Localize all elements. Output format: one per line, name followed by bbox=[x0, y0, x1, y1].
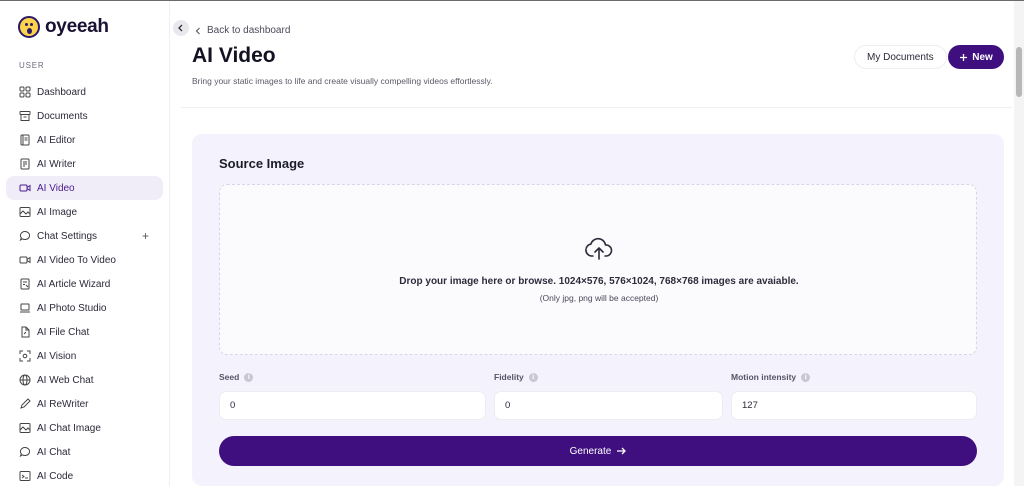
video-icon bbox=[19, 182, 31, 194]
sidebar-item-label: Chat Settings bbox=[37, 230, 98, 242]
chat-icon bbox=[19, 230, 31, 242]
dropzone-instructions: Drop your image here or browse. 1024×576… bbox=[399, 276, 799, 287]
sidebar-item-ai-video[interactable]: AI Video bbox=[6, 176, 163, 200]
sidebar-item-label: Dashboard bbox=[37, 86, 86, 98]
card-title: Source Image bbox=[219, 156, 305, 171]
sidebar-nav: Dashboard Documents AI Editor AI Writer … bbox=[6, 80, 163, 486]
pen-icon bbox=[19, 398, 31, 410]
scrollbar-thumb[interactable] bbox=[1016, 47, 1022, 97]
info-icon[interactable]: i bbox=[801, 372, 811, 382]
generate-button[interactable]: Generate bbox=[219, 436, 977, 466]
writer-icon bbox=[19, 158, 31, 170]
source-image-card: Source Image Drop your image here or bro… bbox=[192, 134, 1004, 486]
new-button[interactable]: New bbox=[948, 45, 1004, 69]
info-icon[interactable]: i bbox=[528, 372, 538, 382]
sidebar-item-label: AI Article Wizard bbox=[37, 278, 111, 290]
cloud-upload-icon bbox=[585, 237, 613, 260]
image-icon bbox=[19, 206, 31, 218]
archive-icon bbox=[19, 110, 31, 122]
arrow-right-icon bbox=[617, 447, 627, 455]
sidebar-item-ai-photo-studio[interactable]: AI Photo Studio bbox=[6, 296, 163, 320]
laptop-icon bbox=[19, 302, 31, 314]
dashboard-icon bbox=[19, 86, 31, 98]
fidelity-label: Fidelity i bbox=[494, 372, 538, 382]
plus-icon bbox=[960, 53, 968, 61]
header-divider bbox=[181, 107, 1013, 108]
sidebar-item-dashboard[interactable]: Dashboard bbox=[6, 80, 163, 104]
sidebar-item-label: AI File Chat bbox=[37, 326, 90, 338]
sidebar: oyeeah USER Dashboard Documents AI Edito… bbox=[0, 1, 170, 486]
back-to-dashboard-link[interactable]: Back to dashboard bbox=[195, 25, 290, 36]
editor-icon bbox=[19, 134, 31, 146]
page-scrollbar[interactable] bbox=[1014, 1, 1024, 486]
sidebar-item-ai-chat-image[interactable]: AI Chat Image bbox=[6, 416, 163, 440]
my-documents-button[interactable]: My Documents bbox=[854, 45, 947, 69]
image-icon bbox=[19, 422, 31, 434]
sidebar-item-label: AI Web Chat bbox=[37, 374, 94, 386]
chevron-left-icon bbox=[195, 27, 200, 34]
sidebar-item-label: Documents bbox=[37, 110, 88, 122]
sidebar-item-ai-web-chat[interactable]: AI Web Chat bbox=[6, 368, 163, 392]
expand-plus-icon[interactable]: + bbox=[142, 229, 149, 243]
chat-icon bbox=[19, 446, 31, 458]
sidebar-item-label: AI Chat bbox=[37, 446, 71, 458]
page-title: AI Video bbox=[192, 44, 276, 67]
fidelity-input[interactable]: 0 bbox=[494, 391, 723, 420]
image-dropzone[interactable]: Drop your image here or browse. 1024×576… bbox=[219, 184, 977, 355]
globe-icon bbox=[19, 374, 31, 386]
sidebar-item-ai-rewriter[interactable]: AI ReWriter bbox=[6, 392, 163, 416]
vision-icon bbox=[19, 350, 31, 362]
sidebar-item-ai-article-wizard[interactable]: AI Article Wizard bbox=[6, 272, 163, 296]
sidebar-item-ai-editor[interactable]: AI Editor bbox=[6, 128, 163, 152]
sidebar-item-label: AI Vision bbox=[37, 350, 77, 362]
seed-label: Seed i bbox=[219, 372, 254, 382]
sidebar-item-ai-video-to-video[interactable]: AI Video To Video bbox=[6, 248, 163, 272]
sidebar-item-label: AI Writer bbox=[37, 158, 76, 170]
info-icon[interactable]: i bbox=[244, 372, 254, 382]
sidebar-item-ai-file-chat[interactable]: AI File Chat bbox=[6, 320, 163, 344]
seed-input[interactable]: 0 bbox=[219, 391, 486, 420]
video-icon bbox=[19, 254, 31, 266]
sidebar-section-label: USER bbox=[19, 61, 45, 70]
motion-intensity-label: Motion intensity i bbox=[731, 372, 811, 382]
wizard-icon bbox=[19, 278, 31, 290]
page-subtitle: Bring your static images to life and cre… bbox=[192, 76, 493, 86]
main-content: Back to dashboard AI Video Bring your st… bbox=[181, 1, 1013, 486]
sidebar-item-label: AI Video To Video bbox=[37, 254, 116, 266]
new-button-label: New bbox=[972, 51, 993, 63]
sidebar-item-label: AI Photo Studio bbox=[37, 302, 107, 314]
back-link-label: Back to dashboard bbox=[207, 25, 291, 36]
sidebar-item-ai-vision[interactable]: AI Vision bbox=[6, 344, 163, 368]
sidebar-item-label: AI Video bbox=[37, 182, 75, 194]
sidebar-item-ai-writer[interactable]: AI Writer bbox=[6, 152, 163, 176]
dropzone-accepted-types: (Only jpg, png will be accepted) bbox=[539, 293, 659, 303]
logo-face-icon bbox=[18, 16, 40, 38]
sidebar-item-ai-chat[interactable]: AI Chat bbox=[6, 440, 163, 464]
file-icon bbox=[19, 326, 31, 338]
brand-name: oyeeah bbox=[45, 16, 109, 37]
sidebar-item-label: AI Image bbox=[37, 206, 78, 218]
sidebar-item-documents[interactable]: Documents bbox=[6, 104, 163, 128]
terminal-icon bbox=[19, 470, 31, 482]
sidebar-item-label: AI Chat Image bbox=[37, 422, 101, 434]
sidebar-item-ai-image[interactable]: AI Image bbox=[6, 200, 163, 224]
sidebar-item-label: AI ReWriter bbox=[37, 398, 89, 410]
sidebar-item-label: AI Editor bbox=[37, 134, 76, 146]
sidebar-item-label: AI Code bbox=[37, 470, 74, 482]
sidebar-item-chat-settings[interactable]: Chat Settings + bbox=[6, 224, 163, 248]
brand-logo[interactable]: oyeeah bbox=[18, 15, 109, 39]
motion-intensity-input[interactable]: 127 bbox=[731, 391, 977, 420]
sidebar-item-ai-code[interactable]: AI Code bbox=[6, 464, 163, 486]
generate-button-label: Generate bbox=[569, 445, 612, 457]
